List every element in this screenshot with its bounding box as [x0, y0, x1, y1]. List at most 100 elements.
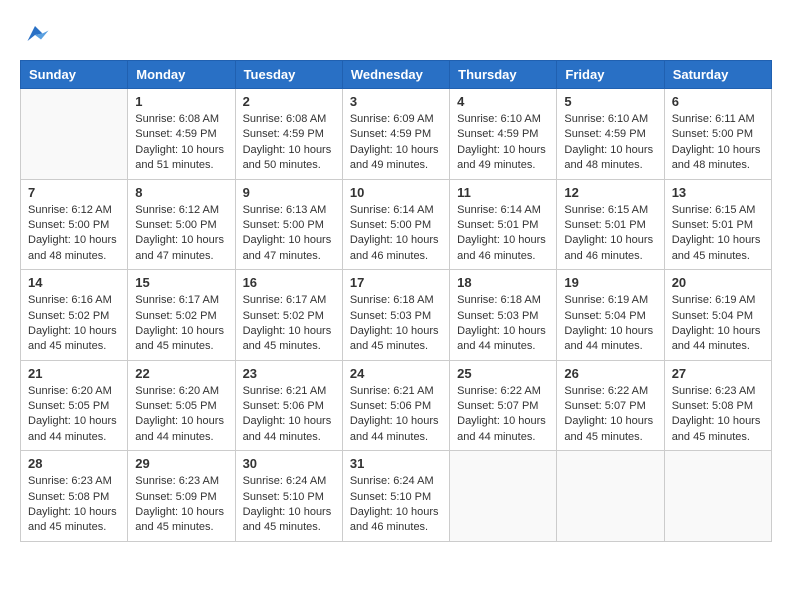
calendar-cell: 6 Sunrise: 6:11 AMSunset: 5:00 PMDaylight… — [664, 89, 771, 180]
day-number: 26 — [564, 366, 656, 381]
calendar-cell: 19 Sunrise: 6:19 AMSunset: 5:04 PMDayligh… — [557, 270, 664, 361]
calendar-cell: 30 Sunrise: 6:24 AMSunset: 5:10 PMDayligh… — [235, 451, 342, 542]
col-header-tuesday: Tuesday — [235, 61, 342, 89]
calendar-cell: 9 Sunrise: 6:13 AMSunset: 5:00 PMDaylight… — [235, 179, 342, 270]
day-number: 4 — [457, 94, 549, 109]
day-info: Sunrise: 6:14 AMSunset: 5:00 PMDaylight:… — [350, 203, 442, 265]
day-info: Sunrise: 6:09 AMSunset: 4:59 PMDaylight:… — [350, 112, 442, 174]
day-number: 13 — [672, 185, 764, 200]
day-info: Sunrise: 6:24 AMSunset: 5:10 PMDaylight:… — [350, 474, 442, 536]
day-info: Sunrise: 6:22 AMSunset: 5:07 PMDaylight:… — [457, 384, 549, 446]
day-number: 2 — [243, 94, 335, 109]
calendar-cell: 13Sunrise: 6:15 AMSunset: 5:01 PMDayligh… — [664, 179, 771, 270]
day-info: Sunrise: 6:18 AMSunset: 5:03 PMDaylight:… — [457, 293, 549, 355]
calendar-cell: 22 Sunrise: 6:20 AMSunset: 5:05 PMDayligh… — [128, 360, 235, 451]
day-number: 6 — [672, 94, 764, 109]
day-number: 24 — [350, 366, 442, 381]
day-number: 12 — [564, 185, 656, 200]
day-info: Sunrise: 6:08 AMSunset: 4:59 PMDaylight:… — [243, 112, 335, 174]
calendar-cell: 29 Sunrise: 6:23 AMSunset: 5:09 PMDayligh… — [128, 451, 235, 542]
calendar-cell: 24 Sunrise: 6:21 AMSunset: 5:06 PMDayligh… — [342, 360, 449, 451]
calendar-cell: 11 Sunrise: 6:14 AMSunset: 5:01 PMDayligh… — [450, 179, 557, 270]
day-number: 18 — [457, 275, 549, 290]
calendar-cell: 28Sunrise: 6:23 AMSunset: 5:08 PMDayligh… — [21, 451, 128, 542]
calendar-cell: 20Sunrise: 6:19 AMSunset: 5:04 PMDayligh… — [664, 270, 771, 361]
day-number: 17 — [350, 275, 442, 290]
day-info: Sunrise: 6:11 AMSunset: 5:00 PMDaylight:… — [672, 112, 764, 174]
day-number: 27 — [672, 366, 764, 381]
calendar-cell: 15 Sunrise: 6:17 AMSunset: 5:02 PMDayligh… — [128, 270, 235, 361]
calendar-cell: 23Sunrise: 6:21 AMSunset: 5:06 PMDayligh… — [235, 360, 342, 451]
day-number: 22 — [135, 366, 227, 381]
calendar-cell: 21 Sunrise: 6:20 AMSunset: 5:05 PMDayligh… — [21, 360, 128, 451]
page-header — [20, 20, 772, 50]
day-info: Sunrise: 6:15 AMSunset: 5:01 PMDaylight:… — [564, 203, 656, 265]
day-info: Sunrise: 6:12 AMSunset: 5:00 PMDaylight:… — [135, 203, 227, 265]
day-number: 23 — [243, 366, 335, 381]
calendar-cell: 4 Sunrise: 6:10 AMSunset: 4:59 PMDaylight… — [450, 89, 557, 180]
day-number: 20 — [672, 275, 764, 290]
calendar-cell: 14 Sunrise: 6:16 AMSunset: 5:02 PMDayligh… — [21, 270, 128, 361]
day-info: Sunrise: 6:24 AMSunset: 5:10 PMDaylight:… — [243, 474, 335, 536]
col-header-sunday: Sunday — [21, 61, 128, 89]
day-info: Sunrise: 6:12 AMSunset: 5:00 PMDaylight:… — [28, 203, 120, 265]
day-info: Sunrise: 6:23 AMSunset: 5:08 PMDaylight:… — [28, 474, 120, 536]
day-number: 8 — [135, 185, 227, 200]
day-number: 14 — [28, 275, 120, 290]
day-number: 7 — [28, 185, 120, 200]
day-number: 3 — [350, 94, 442, 109]
calendar-cell: 17 Sunrise: 6:18 AMSunset: 5:03 PMDayligh… — [342, 270, 449, 361]
calendar-cell: 1 Sunrise: 6:08 AMSunset: 4:59 PMDaylight… — [128, 89, 235, 180]
calendar-cell — [664, 451, 771, 542]
col-header-friday: Friday — [557, 61, 664, 89]
calendar-cell: 5 Sunrise: 6:10 AMSunset: 4:59 PMDaylight… — [557, 89, 664, 180]
calendar-cell: 7 Sunrise: 6:12 AMSunset: 5:00 PMDaylight… — [21, 179, 128, 270]
day-info: Sunrise: 6:10 AMSunset: 4:59 PMDaylight:… — [564, 112, 656, 174]
day-info: Sunrise: 6:22 AMSunset: 5:07 PMDaylight:… — [564, 384, 656, 446]
calendar-cell: 2 Sunrise: 6:08 AMSunset: 4:59 PMDaylight… — [235, 89, 342, 180]
day-number: 21 — [28, 366, 120, 381]
calendar-cell: 12 Sunrise: 6:15 AMSunset: 5:01 PMDayligh… — [557, 179, 664, 270]
day-info: Sunrise: 6:14 AMSunset: 5:01 PMDaylight:… — [457, 203, 549, 265]
calendar-cell: 8 Sunrise: 6:12 AMSunset: 5:00 PMDaylight… — [128, 179, 235, 270]
calendar-week-row: 21 Sunrise: 6:20 AMSunset: 5:05 PMDayligh… — [21, 360, 772, 451]
calendar-header-row: SundayMondayTuesdayWednesdayThursdayFrid… — [21, 61, 772, 89]
logo-icon — [20, 20, 50, 50]
day-info: Sunrise: 6:17 AMSunset: 5:02 PMDaylight:… — [135, 293, 227, 355]
calendar-table: SundayMondayTuesdayWednesdayThursdayFrid… — [20, 60, 772, 542]
day-number: 11 — [457, 185, 549, 200]
col-header-wednesday: Wednesday — [342, 61, 449, 89]
day-number: 25 — [457, 366, 549, 381]
day-info: Sunrise: 6:19 AMSunset: 5:04 PMDaylight:… — [564, 293, 656, 355]
day-number: 16 — [243, 275, 335, 290]
calendar-week-row: 7 Sunrise: 6:12 AMSunset: 5:00 PMDaylight… — [21, 179, 772, 270]
day-number: 15 — [135, 275, 227, 290]
day-number: 10 — [350, 185, 442, 200]
day-info: Sunrise: 6:23 AMSunset: 5:09 PMDaylight:… — [135, 474, 227, 536]
day-info: Sunrise: 6:20 AMSunset: 5:05 PMDaylight:… — [135, 384, 227, 446]
calendar-cell: 27 Sunrise: 6:23 AMSunset: 5:08 PMDayligh… — [664, 360, 771, 451]
day-info: Sunrise: 6:10 AMSunset: 4:59 PMDaylight:… — [457, 112, 549, 174]
day-number: 29 — [135, 456, 227, 471]
logo — [20, 20, 54, 50]
calendar-week-row: 1 Sunrise: 6:08 AMSunset: 4:59 PMDaylight… — [21, 89, 772, 180]
calendar-cell: 18 Sunrise: 6:18 AMSunset: 5:03 PMDayligh… — [450, 270, 557, 361]
col-header-thursday: Thursday — [450, 61, 557, 89]
day-number: 5 — [564, 94, 656, 109]
calendar-cell — [21, 89, 128, 180]
day-info: Sunrise: 6:21 AMSunset: 5:06 PMDaylight:… — [350, 384, 442, 446]
day-number: 1 — [135, 94, 227, 109]
day-info: Sunrise: 6:18 AMSunset: 5:03 PMDaylight:… — [350, 293, 442, 355]
day-info: Sunrise: 6:13 AMSunset: 5:00 PMDaylight:… — [243, 203, 335, 265]
day-number: 30 — [243, 456, 335, 471]
calendar-cell: 26 Sunrise: 6:22 AMSunset: 5:07 PMDayligh… — [557, 360, 664, 451]
day-number: 19 — [564, 275, 656, 290]
day-info: Sunrise: 6:20 AMSunset: 5:05 PMDaylight:… — [28, 384, 120, 446]
day-info: Sunrise: 6:16 AMSunset: 5:02 PMDaylight:… — [28, 293, 120, 355]
day-info: Sunrise: 6:08 AMSunset: 4:59 PMDaylight:… — [135, 112, 227, 174]
calendar-cell: 31Sunrise: 6:24 AMSunset: 5:10 PMDayligh… — [342, 451, 449, 542]
day-info: Sunrise: 6:17 AMSunset: 5:02 PMDaylight:… — [243, 293, 335, 355]
day-info: Sunrise: 6:23 AMSunset: 5:08 PMDaylight:… — [672, 384, 764, 446]
day-number: 9 — [243, 185, 335, 200]
col-header-monday: Monday — [128, 61, 235, 89]
